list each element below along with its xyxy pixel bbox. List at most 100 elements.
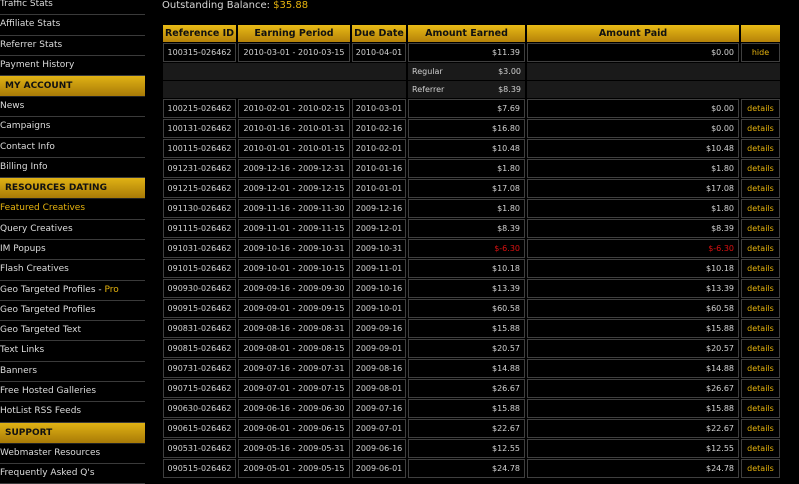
cell-reference-id: 090615-026462 <box>163 419 236 438</box>
details-link[interactable]: details <box>741 359 780 378</box>
sidebar-item[interactable]: Payment History <box>0 56 145 77</box>
sidebar-item[interactable]: Featured Creatives <box>0 199 145 220</box>
details-link[interactable]: details <box>741 119 780 138</box>
cell-amount-earned: $7.69 <box>408 99 525 118</box>
cell-amount-paid: $22.67 <box>527 419 739 438</box>
table-row: 090930-026462 2009-09-16 - 2009-09-30 2009… <box>163 279 780 298</box>
sidebar-item[interactable]: Query Creatives <box>0 220 145 240</box>
table-row: 091031-026462 2009-10-16 - 2009-10-31 2009… <box>163 239 780 258</box>
sidebar-item-label: Referrer Stats <box>0 39 63 50</box>
sidebar-item[interactable]: Flash Creatives <box>0 260 145 281</box>
cell-amount-earned: $60.58 <box>408 299 525 318</box>
details-link[interactable]: details <box>741 439 780 458</box>
hide-link[interactable]: hide <box>741 43 780 62</box>
sidebar-item[interactable]: IM Popups <box>0 240 145 261</box>
sidebar-item[interactable]: Traffic Stats <box>0 0 145 16</box>
sidebar-item[interactable]: Referrer Stats <box>0 36 145 56</box>
sidebar-item-label: HotList RSS Feeds <box>0 406 82 417</box>
cell-due-date: 2009-07-16 <box>352 399 406 418</box>
header-amount-earned[interactable]: Amount Earned <box>408 25 525 42</box>
details-link[interactable]: details <box>741 299 780 318</box>
cell-amount-earned: $10.18 <box>408 259 525 278</box>
details-link[interactable]: details <box>741 159 780 178</box>
sidebar-item[interactable]: Banners <box>0 362 145 383</box>
cell-amount-paid: $0.00 <box>527 119 739 138</box>
header-reference-id[interactable]: Reference ID <box>163 25 236 42</box>
cell-earning-period: 2009-10-01 - 2009-10-15 <box>238 259 350 278</box>
cell-amount-paid: $1.80 <box>527 159 739 178</box>
details-link[interactable]: details <box>741 339 780 358</box>
details-link[interactable]: details <box>741 259 780 278</box>
header-amount-paid[interactable]: Amount Paid <box>527 25 739 42</box>
cell-earning-period: 2009-11-16 - 2009-11-30 <box>238 199 350 218</box>
cell-amount-paid: $10.18 <box>527 259 739 278</box>
details-link[interactable]: details <box>741 179 780 198</box>
cell-reference-id: 091130-026462 <box>163 199 236 218</box>
breakdown-row: Referrer $8.39 <box>163 81 780 98</box>
cell-earning-period: 2009-06-01 - 2009-06-15 <box>238 419 350 438</box>
cell-reference-id: 090715-026462 <box>163 379 236 398</box>
header-earning-period[interactable]: Earning Period <box>238 25 350 42</box>
cell-amount-paid: $24.78 <box>527 459 739 478</box>
cell-due-date: 2009-11-01 <box>352 259 406 278</box>
table-row: 090731-026462 2009-07-16 - 2009-07-31 2009… <box>163 359 780 378</box>
sidebar-item[interactable]: Contact Info <box>0 138 145 159</box>
sidebar-item[interactable]: Billing Info <box>0 158 145 179</box>
table-row: 090515-026462 2009-05-01 - 2009-05-15 2009… <box>163 459 780 478</box>
details-link[interactable]: details <box>741 239 780 258</box>
cell-due-date: 2009-12-16 <box>352 199 406 218</box>
cell-earning-period: 2009-11-01 - 2009-11-15 <box>238 219 350 238</box>
cell-earning-period: 2010-01-01 - 2010-01-15 <box>238 139 350 158</box>
sidebar-item-label: Webmaster Resources <box>0 447 101 458</box>
sidebar-item[interactable]: News <box>0 97 145 118</box>
cell-amount-paid: $1.80 <box>527 199 739 218</box>
details-link[interactable]: details <box>741 399 780 418</box>
details-link[interactable]: details <box>741 279 780 298</box>
cell-amount-earned: $14.88 <box>408 359 525 378</box>
cell-due-date: 2009-09-16 <box>352 319 406 338</box>
sidebar-item[interactable]: Text Links <box>0 341 145 362</box>
details-link[interactable]: details <box>741 99 780 118</box>
details-link[interactable]: details <box>741 319 780 338</box>
cell-due-date: 2009-06-01 <box>352 459 406 478</box>
table-row: 090915-026462 2009-09-01 - 2009-09-15 2009… <box>163 299 780 318</box>
cell-reference-id: 090515-026462 <box>163 459 236 478</box>
details-link[interactable]: details <box>741 419 780 438</box>
cell-earning-period: 2009-10-16 - 2009-10-31 <box>238 239 350 258</box>
sidebar-item[interactable]: Webmaster Resources <box>0 444 145 464</box>
cell-amount-paid: $60.58 <box>527 299 739 318</box>
sidebar-item-label: IM Popups <box>0 243 46 254</box>
cell-amount-paid: $15.88 <box>527 399 739 418</box>
sidebar-item[interactable]: Frequently Asked Q's <box>0 464 145 484</box>
sidebar-item[interactable]: HotList RSS Feeds <box>0 402 145 423</box>
sidebar-item[interactable]: Geo Targeted Profiles - Pro <box>0 281 145 301</box>
sidebar-item-label: Flash Creatives <box>0 264 69 275</box>
sidebar-item[interactable]: Free Hosted Galleries <box>0 382 145 403</box>
details-link[interactable]: details <box>741 379 780 398</box>
details-link[interactable]: details <box>741 219 780 238</box>
cell-due-date: 2010-01-16 <box>352 159 406 178</box>
sidebar-item-label: Billing Info <box>0 162 48 173</box>
table-row: 091215-026462 2009-12-01 - 2009-12-15 2010… <box>163 179 780 198</box>
table-row: 090831-026462 2009-08-16 - 2009-08-31 2009… <box>163 319 780 338</box>
sidebar-item[interactable]: Campaigns <box>0 117 145 138</box>
cell-amount-earned: $12.55 <box>408 439 525 458</box>
cell-amount-earned: $11.39 <box>408 43 525 62</box>
sidebar-item[interactable]: Geo Targeted Profiles <box>0 301 145 322</box>
cell-reference-id: 090831-026462 <box>163 319 236 338</box>
details-link[interactable]: details <box>741 459 780 478</box>
cell-earning-period: 2009-08-16 - 2009-08-31 <box>238 319 350 338</box>
sidebar-item[interactable]: Affiliate Stats <box>0 15 145 36</box>
cell-amount-paid: $26.67 <box>527 379 739 398</box>
cell-amount-earned: $15.88 <box>408 319 525 338</box>
header-due-date[interactable]: Due Date <box>352 25 406 42</box>
sidebar-heading: MY ACCOUNT <box>0 76 145 98</box>
details-link[interactable]: details <box>741 199 780 218</box>
sidebar-heading: SUPPORT <box>0 422 145 444</box>
details-link[interactable]: details <box>741 139 780 158</box>
sidebar-item[interactable]: Geo Targeted Text <box>0 321 145 342</box>
cell-amount-earned: $13.39 <box>408 279 525 298</box>
sidebar-heading: RESOURCES DATING <box>0 178 145 200</box>
breakdown-row: Regular $3.00 <box>163 63 780 80</box>
cell-amount-paid: $20.57 <box>527 339 739 358</box>
